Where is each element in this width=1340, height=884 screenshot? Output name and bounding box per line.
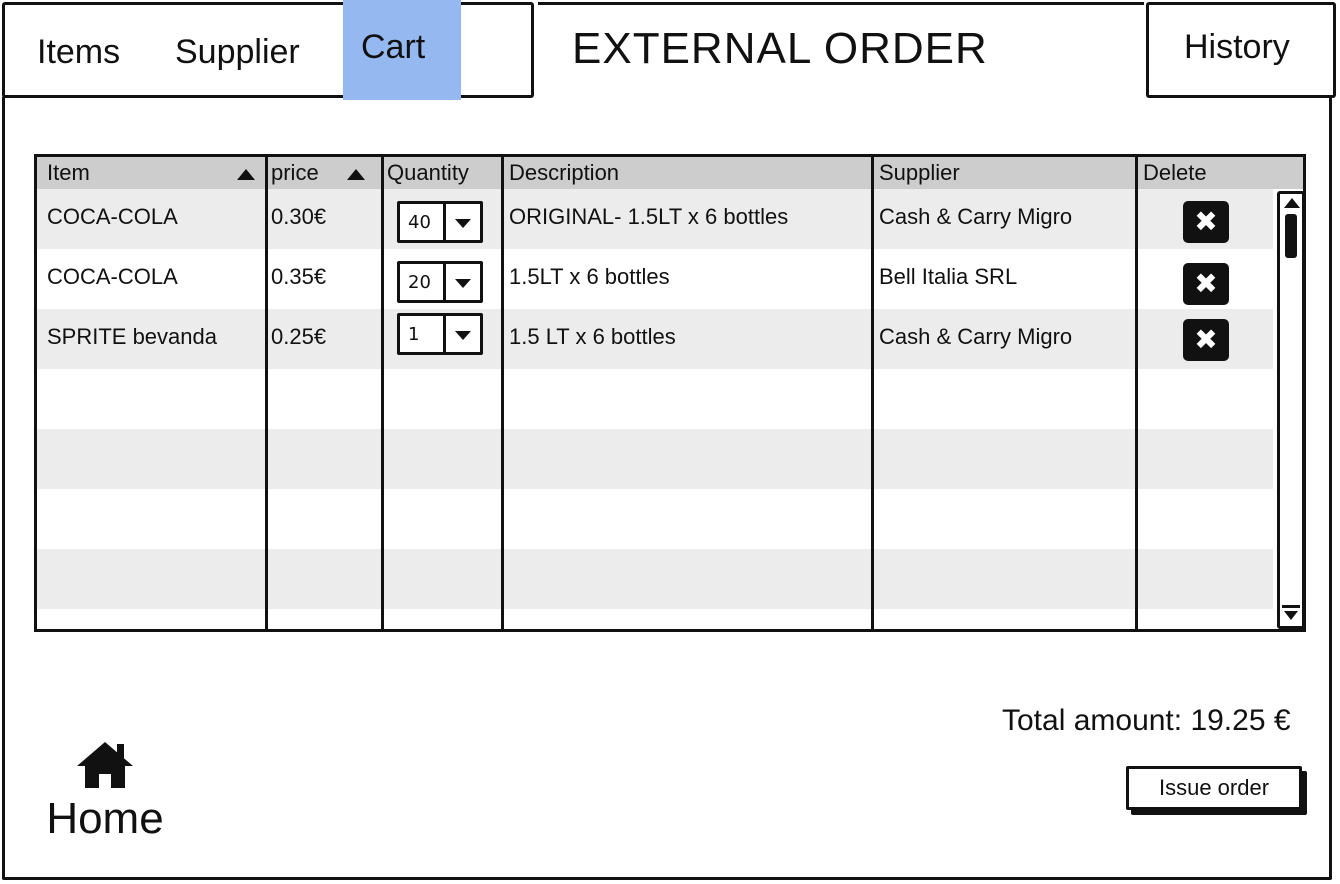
cell-item: COCA-COLA xyxy=(47,204,178,229)
nav-tabs: Items Supplier Cart xyxy=(2,0,534,100)
issue-order-button[interactable]: Issue order xyxy=(1126,766,1302,810)
delete-button[interactable]: ✖ xyxy=(1183,319,1229,361)
column-divider xyxy=(871,157,874,629)
delete-button[interactable]: ✖ xyxy=(1183,201,1229,243)
column-label: Item xyxy=(47,160,90,185)
table-row: COCA-COLA 0.35€ 20 1.5LT x 6 bottles Bel… xyxy=(37,249,1273,309)
home-icon xyxy=(77,742,133,788)
table-row-empty xyxy=(37,549,1273,609)
quantity-value: 1 xyxy=(408,324,420,345)
quantity-value: 20 xyxy=(408,272,431,293)
scroll-up-icon[interactable] xyxy=(1284,198,1300,208)
cell-price: 0.30€ xyxy=(271,204,327,229)
table-scrollbar[interactable] xyxy=(1277,191,1303,629)
quantity-select[interactable]: 40 xyxy=(397,201,483,243)
sort-up-icon[interactable] xyxy=(237,169,255,180)
cell-description: ORIGINAL- 1.5LT x 6 bottles xyxy=(509,204,789,229)
home-button[interactable]: Home xyxy=(40,740,170,844)
tab-history[interactable]: History xyxy=(1184,28,1290,67)
delete-button[interactable]: ✖ xyxy=(1183,263,1229,305)
cell-supplier: Cash & Carry Migro xyxy=(879,204,1073,229)
column-header-description: Description xyxy=(509,160,620,185)
column-header-delete: Delete xyxy=(1143,160,1207,185)
column-header-item[interactable]: Item xyxy=(39,157,267,189)
column-header-supplier: Supplier xyxy=(879,160,960,185)
scroll-down-icon[interactable] xyxy=(1282,605,1300,624)
tab-cart[interactable]: Cart xyxy=(343,0,461,100)
column-label: price xyxy=(271,160,319,185)
table-row: SPRITE bevanda 0.25€ 1 1.5 LT x 6 bottle… xyxy=(37,309,1273,369)
column-divider xyxy=(265,157,268,629)
quantity-select[interactable]: 1 xyxy=(397,313,483,355)
tab-supplier[interactable]: Supplier xyxy=(175,5,300,105)
chevron-down-icon[interactable] xyxy=(443,204,480,240)
table-row-empty xyxy=(37,369,1273,429)
cell-supplier: Bell Italia SRL xyxy=(879,264,1018,289)
scroll-thumb[interactable] xyxy=(1285,214,1297,258)
table-row: COCA-COLA 0.30€ 40 ORIGINAL- 1.5LT x 6 b… xyxy=(37,189,1273,249)
table-row-empty xyxy=(37,609,1273,629)
column-divider xyxy=(1135,157,1138,629)
quantity-select[interactable]: 20 xyxy=(397,261,483,303)
cell-price: 0.35€ xyxy=(271,264,327,289)
table-row-empty xyxy=(37,489,1273,549)
close-icon: ✖ xyxy=(1194,323,1218,356)
quantity-value: 40 xyxy=(408,212,431,233)
total-amount: Total amount: 19.25 € xyxy=(1002,704,1291,737)
cell-supplier: Cash & Carry Migro xyxy=(879,324,1073,349)
cart-table: Item price Quantity Description Supplier… xyxy=(34,154,1306,632)
column-header-quantity: Quantity xyxy=(387,160,469,185)
cell-item: COCA-COLA xyxy=(47,264,178,289)
cell-price: 0.25€ xyxy=(271,324,327,349)
tab-items[interactable]: Items xyxy=(37,5,120,105)
column-divider xyxy=(501,157,504,629)
sort-up-icon[interactable] xyxy=(347,169,365,180)
table-row-empty xyxy=(37,429,1273,489)
home-label: Home xyxy=(46,794,164,843)
page-title: EXTERNAL ORDER xyxy=(572,24,988,73)
close-icon: ✖ xyxy=(1194,205,1218,238)
cell-description: 1.5 LT x 6 bottles xyxy=(509,324,676,349)
cell-description: 1.5LT x 6 bottles xyxy=(509,264,670,289)
chevron-down-icon[interactable] xyxy=(443,264,480,300)
cell-item: SPRITE bevanda xyxy=(47,324,217,349)
close-icon: ✖ xyxy=(1194,267,1218,300)
column-divider xyxy=(381,157,384,629)
table-header: Item price Quantity Description Supplier… xyxy=(37,157,1303,189)
chevron-down-icon[interactable] xyxy=(443,316,480,352)
